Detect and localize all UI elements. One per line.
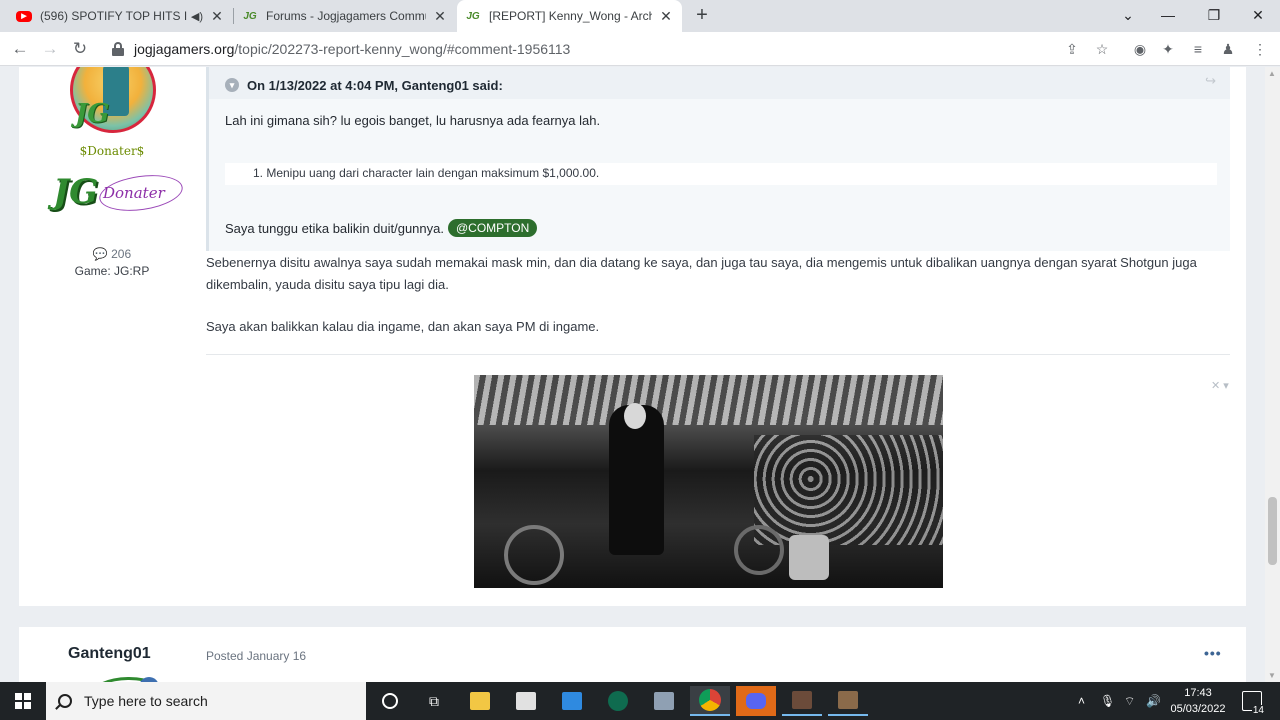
- user-game: Game: JG:RP: [74, 264, 150, 278]
- quote-link-icon[interactable]: ↪: [1205, 73, 1216, 89]
- quote-line: Lah ini gimana sih? lu egois banget, lu …: [225, 113, 601, 128]
- media-queue-icon[interactable]: ≡: [1188, 39, 1208, 59]
- tab-youtube[interactable]: ▶ (596) SPOTIFY TOP HITS INDONESIA ◀) ✕: [8, 0, 233, 32]
- menu-kebab-icon[interactable]: ⋮: [1250, 39, 1270, 59]
- extension-eye-icon[interactable]: ◉: [1130, 39, 1150, 59]
- close-tab-icon[interactable]: ✕: [209, 8, 225, 25]
- tab-title: Forums - Jogjagamers Community: [266, 9, 426, 23]
- tab-title: [REPORT] Kenny_Wong - Archive: [489, 9, 652, 23]
- tab-strip: ▶ (596) SPOTIFY TOP HITS INDONESIA ◀) ✕ …: [0, 0, 1280, 32]
- tab-report-kenny-wong[interactable]: JG [REPORT] Kenny_Wong - Archive ✕: [457, 0, 682, 32]
- blockquote: ▾ On 1/13/2022 at 4:04 PM, Ganteng01 sai…: [206, 67, 1230, 251]
- quote-list-item: 1. Menipu uang dari character lain denga…: [225, 163, 1217, 185]
- media-close-icon[interactable]: ✕ ▾: [1211, 379, 1229, 392]
- author-name[interactable]: Ganteng01: [68, 645, 151, 663]
- task-view-icon[interactable]: ⧉: [414, 686, 454, 716]
- url-text[interactable]: jogjagamers.org/topic/202273-report-kenn…: [134, 41, 570, 57]
- comment-card: JG $Donater$ JG Donater 💬 206 Game: JG:R…: [19, 67, 1246, 606]
- notification-center-icon[interactable]: 14: [1242, 691, 1265, 716]
- jg-icon: JG: [243, 10, 257, 22]
- app-window-icon[interactable]: [828, 686, 868, 716]
- microphone-icon[interactable]: 🎙: [1100, 682, 1115, 720]
- close-window-button[interactable]: ✕: [1238, 0, 1278, 32]
- scroll-up-icon[interactable]: ▲: [1268, 69, 1276, 78]
- file-explorer-icon[interactable]: [460, 686, 500, 716]
- windows-logo-icon: [15, 693, 31, 709]
- maximize-button[interactable]: ❐: [1194, 0, 1234, 32]
- comment-icon: 💬: [92, 247, 108, 261]
- collapse-toggle-icon[interactable]: ▾: [225, 78, 239, 92]
- windows-taskbar: Type here to search ⧉ ˄ 🎙 ⌔ 🔊 17:43 05/0…: [0, 682, 1280, 720]
- system-clock[interactable]: 17:43 05/03/2022: [1163, 685, 1233, 717]
- minimize-button[interactable]: —: [1148, 0, 1188, 32]
- tab-forums[interactable]: JG Forums - Jogjagamers Community ✕: [234, 0, 456, 32]
- jg-logo-small: JG: [75, 99, 110, 129]
- forward-arrow-icon[interactable]: →: [38, 37, 62, 61]
- store-icon[interactable]: [506, 686, 546, 716]
- profile-avatar-icon[interactable]: ♟: [1218, 39, 1238, 59]
- chrome-icon[interactable]: [690, 686, 730, 716]
- quote-citation[interactable]: ▾ On 1/13/2022 at 4:04 PM, Ganteng01 sai…: [209, 67, 1230, 99]
- cortana-icon[interactable]: [370, 686, 410, 716]
- browser-toolbar: ← → ↻ jogjagamers.org/topic/202273-repor…: [0, 32, 1280, 66]
- post-divider: [206, 354, 1230, 355]
- mail-icon[interactable]: [552, 686, 592, 716]
- close-tab-icon[interactable]: ✕: [432, 8, 448, 25]
- new-tab-button[interactable]: +: [690, 4, 714, 28]
- discord-icon[interactable]: [736, 686, 776, 716]
- post-date[interactable]: Posted January 16: [206, 649, 306, 663]
- scrollbar-thumb[interactable]: [1268, 497, 1277, 565]
- more-options-icon[interactable]: •••: [1204, 645, 1222, 661]
- lock-icon[interactable]: [112, 42, 124, 56]
- search-icon: [58, 694, 72, 708]
- share-icon[interactable]: ⇪: [1062, 39, 1082, 59]
- user-mention[interactable]: @COMPTON: [448, 219, 538, 237]
- youtube-icon: ▶: [16, 10, 32, 22]
- tab-search-icon[interactable]: ⌄: [1108, 0, 1148, 32]
- quote-line: Saya tunggu etika balikin duit/gunnya. @C…: [225, 219, 538, 237]
- speaker-icon[interactable]: ◀): [191, 10, 203, 23]
- taskbar-search[interactable]: Type here to search: [46, 682, 366, 720]
- reload-icon[interactable]: ↻: [68, 37, 92, 61]
- start-button[interactable]: [0, 682, 46, 720]
- page-scrollbar[interactable]: ▲ ▼: [1265, 67, 1280, 682]
- post-count: 💬 206: [92, 247, 132, 261]
- post-paragraph: Sebenernya disitu awalnya saya sudah mem…: [206, 255, 1197, 292]
- app-window-icon[interactable]: [782, 686, 822, 716]
- close-tab-icon[interactable]: ✕: [658, 8, 674, 25]
- tray-chevron-icon[interactable]: ˄: [1078, 682, 1085, 720]
- network-icon[interactable]: [644, 686, 684, 716]
- uplay-icon[interactable]: [598, 686, 638, 716]
- wifi-icon[interactable]: ⌔: [1124, 682, 1135, 720]
- tab-title: (596) SPOTIFY TOP HITS INDONESIA: [40, 9, 187, 23]
- volume-icon[interactable]: 🔊: [1146, 682, 1161, 720]
- extensions-puzzle-icon[interactable]: ✦: [1158, 39, 1178, 59]
- bookmark-star-icon[interactable]: ☆: [1092, 39, 1112, 59]
- back-arrow-icon[interactable]: ←: [8, 37, 32, 61]
- embedded-photo[interactable]: [474, 375, 943, 588]
- donater-badge: JG Donater: [53, 170, 185, 216]
- scroll-down-icon[interactable]: ▼: [1268, 671, 1276, 680]
- user-rank: $Donater$: [79, 144, 145, 158]
- page-content: JG $Donater$ JG Donater 💬 206 Game: JG:R…: [0, 67, 1265, 682]
- comment-card: Ganteng01 Posted January 16 •••: [19, 627, 1246, 682]
- address-bar[interactable]: jogjagamers.org/topic/202273-report-kenn…: [100, 36, 1120, 62]
- jg-icon: JG: [466, 10, 480, 22]
- post-paragraph: Saya akan balikkan kalau dia ingame, dan…: [206, 319, 600, 334]
